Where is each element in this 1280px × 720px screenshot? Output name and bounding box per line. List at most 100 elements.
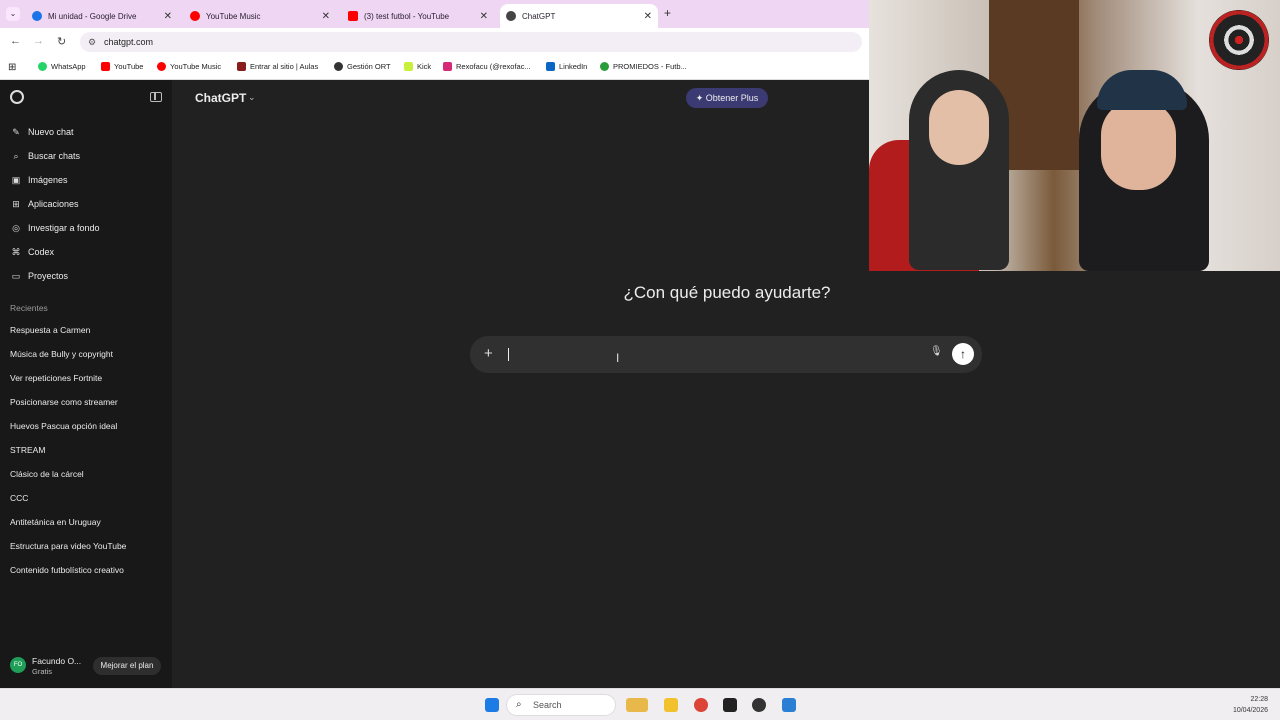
text-caret: [508, 348, 509, 361]
sidebar-item-deep-research[interactable]: ◎ Investigar a fondo: [10, 220, 100, 236]
sidebar-item-search-chats[interactable]: ⌕ Buscar chats: [10, 148, 80, 164]
bookmark-promiedos[interactable]: PROMIEDOS - Futb...: [600, 62, 687, 71]
person-right-cap: [1097, 70, 1187, 110]
recent-chat-item[interactable]: Contenido futbolístico creativo: [10, 565, 124, 575]
sparkle-icon: ✦: [695, 93, 706, 103]
forward-icon[interactable]: →: [33, 35, 44, 47]
windows-taskbar: ⌕ Search 22:28 10/04/2026: [0, 688, 1280, 720]
obs-icon[interactable]: [752, 698, 766, 712]
person-right-face: [1101, 100, 1176, 190]
add-attachment-icon[interactable]: +: [484, 345, 493, 362]
codex-icon: ⌘: [11, 246, 21, 257]
linkedin-icon: [546, 62, 555, 71]
recent-chat-item[interactable]: Respuesta a Carmen: [10, 325, 90, 335]
browser-tab-chatgpt[interactable]: ChatGPT ✕: [500, 4, 658, 28]
close-tab-icon[interactable]: ✕: [480, 11, 488, 22]
avatar: FO: [10, 657, 26, 673]
system-clock[interactable]: 22:28 10/04/2026: [1233, 694, 1268, 716]
send-button[interactable]: ↑: [952, 343, 974, 365]
youtube-music-icon: [190, 11, 200, 21]
sidebar-toggle-icon[interactable]: [150, 92, 162, 102]
new-chat-icon: ✎: [12, 126, 20, 137]
recent-chat-item[interactable]: Estructura para video YouTube: [10, 541, 126, 551]
capcut-icon[interactable]: [723, 698, 737, 712]
close-tab-icon[interactable]: ✕: [164, 11, 172, 22]
bookmark-whatsapp[interactable]: WhatsApp: [38, 62, 86, 71]
deep-research-icon: ◎: [12, 222, 20, 233]
promiedos-icon: [600, 62, 609, 71]
sidebar: ✎ Nuevo chat ⌕ Buscar chats ▣ Imágenes ⊞ Apl…: [0, 80, 172, 688]
url-input[interactable]: ⚙ chatgpt.com: [80, 32, 862, 52]
recent-chat-item[interactable]: Ver repeticiones Fortnite: [10, 373, 102, 383]
image-icon: ▣: [11, 174, 21, 185]
youtube-icon: [348, 11, 358, 21]
taskbar-search[interactable]: ⌕ Search: [506, 694, 616, 716]
bookmark-aulas[interactable]: Entrar al sitio | Aulas: [237, 62, 318, 71]
globe-icon: [334, 62, 343, 71]
bookmark-kick[interactable]: Kick: [404, 62, 431, 71]
browser-tab-youtube-music[interactable]: YouTube Music ✕: [184, 4, 336, 28]
recents-heading: Recientes: [10, 303, 48, 313]
recent-chat-item[interactable]: CCC: [10, 493, 28, 503]
sidebar-item-apps[interactable]: ⊞ Aplicaciones: [10, 196, 78, 212]
recent-chat-item[interactable]: STREAM: [10, 445, 45, 455]
search-icon: ⌕: [13, 150, 19, 161]
upgrade-plan-button[interactable]: Mejorar el plan: [93, 657, 161, 675]
file-explorer-icon[interactable]: [664, 698, 678, 712]
browser-tab-youtube[interactable]: (3) test futbol - YouTube ✕: [342, 4, 494, 28]
sidebar-item-new-chat[interactable]: ✎ Nuevo chat: [10, 124, 73, 140]
microphone-icon[interactable]: 🎙: [930, 346, 943, 357]
close-tab-icon[interactable]: ✕: [322, 11, 330, 22]
browser-tab-drive[interactable]: Mi unidad - Google Drive ✕: [26, 4, 178, 28]
tab-search-chevron-icon[interactable]: ⌄: [6, 7, 20, 21]
webcam-overlay: [869, 0, 1280, 271]
sidebar-item-projects[interactable]: ▭ Proyectos: [10, 268, 68, 284]
recent-chat-item[interactable]: Clásico de la cárcel: [10, 469, 84, 479]
new-tab-button[interactable]: +: [664, 6, 671, 20]
mouse-cursor-icon: I: [616, 351, 620, 365]
folder-icon: ▭: [11, 270, 21, 281]
chevron-down-icon[interactable]: ⌄: [248, 92, 256, 103]
person-left-face: [929, 90, 989, 165]
sidebar-item-codex[interactable]: ⌘ Codex: [10, 244, 55, 260]
instagram-icon: [443, 62, 452, 71]
chatgpt-logo-icon[interactable]: [10, 90, 24, 104]
bookmark-youtube-music[interactable]: YouTube Music: [157, 62, 221, 71]
bookmarks-bar: ⊞ WhatsApp YouTube YouTube Music Entrar …: [0, 56, 869, 80]
kick-icon: [404, 62, 413, 71]
youtube-music-icon: [157, 62, 166, 71]
page-title: ¿Con qué puedo ayudarte?: [623, 283, 831, 302]
bookmark-instagram[interactable]: Rexofacu (@rexofac...: [443, 62, 531, 71]
get-plus-button[interactable]: ✦ Obtener Plus: [686, 88, 768, 108]
apps-icon: ⊞: [12, 198, 20, 209]
prompt-input[interactable]: [506, 345, 926, 363]
recent-chat-item[interactable]: Música de Bully y copyright: [10, 349, 113, 359]
notepad-icon[interactable]: [782, 698, 796, 712]
address-bar-row: ← → ↻ ⚙ chatgpt.com: [0, 28, 869, 56]
dartboard: [1209, 10, 1269, 70]
reload-icon[interactable]: ↻: [57, 35, 66, 48]
recent-chat-item[interactable]: Antitetánica en Uruguay: [10, 517, 101, 527]
site-info-icon[interactable]: ⚙: [88, 32, 96, 52]
close-tab-icon[interactable]: ✕: [644, 11, 652, 22]
recent-chat-item[interactable]: Huevos Pascua opción ideal: [10, 421, 117, 431]
user-name: Facundo O...: [32, 656, 82, 666]
model-selector[interactable]: ChatGPT: [195, 91, 246, 105]
windows-start-icon[interactable]: [485, 698, 499, 712]
bookmark-gestion-ort[interactable]: Gestión ORT: [334, 62, 391, 71]
chatgpt-icon: [506, 11, 516, 21]
bookmark-linkedin[interactable]: LinkedIn: [546, 62, 587, 71]
apps-grid-icon[interactable]: ⊞: [8, 62, 16, 73]
bookmark-youtube[interactable]: YouTube: [101, 62, 143, 71]
user-profile[interactable]: FO Facundo O... Gratis Mejorar el plan: [0, 650, 172, 688]
browser-tab-bar: ⌄ Mi unidad - Google Drive ✕ YouTube Mus…: [0, 0, 869, 28]
recent-chat-item[interactable]: Posicionarse como streamer: [10, 397, 118, 407]
chrome-icon[interactable]: [694, 698, 708, 712]
user-plan: Gratis: [32, 667, 53, 676]
youtube-icon: [101, 62, 110, 71]
sidebar-item-images[interactable]: ▣ Imágenes: [10, 172, 68, 188]
whatsapp-icon: [38, 62, 47, 71]
widgets-icon[interactable]: [626, 698, 648, 712]
back-icon[interactable]: ←: [10, 35, 21, 47]
search-icon: ⌕: [516, 699, 522, 710]
